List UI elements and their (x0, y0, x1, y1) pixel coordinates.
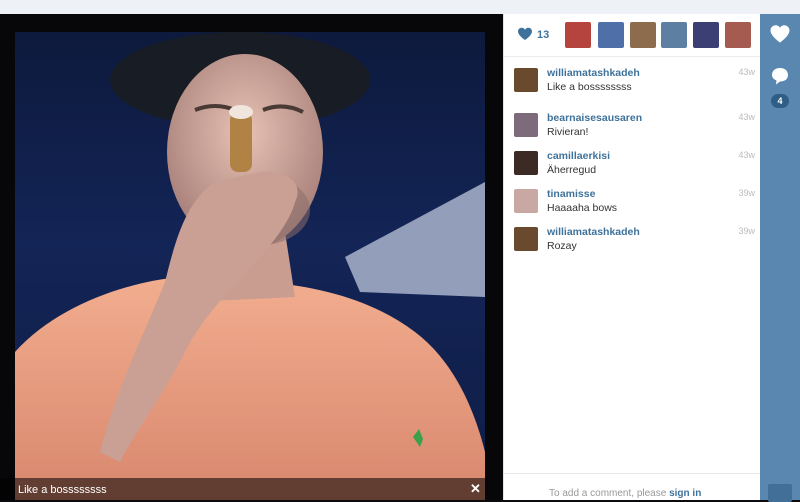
comment-time: 39w (738, 188, 755, 198)
liker-avatar[interactable] (630, 22, 656, 48)
side-panel: 13 williamatashkadeh Like a bossssssss 4… (503, 14, 761, 500)
photo[interactable] (15, 32, 485, 500)
comment-item: williamatashkadeh Like a bossssssss 43w (504, 66, 761, 102)
comment-text: Äherregud (547, 164, 597, 176)
avatar[interactable] (514, 113, 538, 137)
comment-username[interactable]: camillaerkisi (547, 150, 610, 162)
liker-avatar[interactable] (661, 22, 687, 48)
comment-text: Rivieran! (547, 126, 589, 138)
photo-viewer: Like a bossssssss ✕ (0, 14, 503, 500)
heart-icon[interactable] (517, 27, 533, 46)
like-button-heart-icon[interactable] (769, 24, 791, 49)
avatar[interactable] (514, 227, 538, 251)
likes-row: 13 (504, 14, 761, 57)
comment-item: camillaerkisi Äherregud 43w (504, 149, 761, 185)
photo-image (15, 32, 485, 500)
comment-input-area[interactable]: To add a comment, please sign in (504, 473, 761, 500)
avatar[interactable] (514, 151, 538, 175)
comment-item: bearnaisesausaren Rivieran! 43w (504, 111, 761, 147)
right-sidebar: 4 (760, 14, 800, 502)
comment-prompt-text: To add a comment, please (549, 488, 667, 499)
comment-time: 43w (738, 67, 755, 77)
liker-avatar[interactable] (598, 22, 624, 48)
liker-avatar[interactable] (725, 22, 751, 48)
comment-time: 43w (738, 112, 755, 122)
comment-count-badge: 4 (771, 94, 789, 108)
comment-username[interactable]: tinamisse (547, 188, 595, 200)
like-count: 13 (537, 29, 550, 41)
avatar[interactable] (514, 189, 538, 213)
comment-item: tinamisse Haaaaha bows 39w (504, 187, 761, 223)
comment-text: Like a bossssssss (547, 81, 632, 93)
close-icon[interactable]: ✕ (470, 481, 481, 497)
comment-item: williamatashkadeh Rozay 39w (504, 225, 761, 261)
photo-caption: Like a bossssssss (18, 484, 107, 496)
comment-username[interactable]: williamatashkadeh (547, 226, 640, 238)
comment-username[interactable]: williamatashkadeh (547, 67, 640, 79)
sign-in-link[interactable]: sign in (669, 488, 701, 499)
comment-username[interactable]: bearnaisesausaren (547, 112, 642, 124)
liker-avatar[interactable] (693, 22, 719, 48)
avatar[interactable] (514, 68, 538, 92)
comment-text: Haaaaha bows (547, 202, 618, 214)
liker-avatar[interactable] (565, 22, 591, 48)
comment-time: 43w (738, 150, 755, 160)
caption-bar: Like a bossssssss ✕ (0, 478, 485, 500)
comment-prompt: To add a comment, please sign in (549, 488, 701, 499)
comment-time: 39w (738, 226, 755, 236)
comment-text: Rozay (547, 240, 577, 252)
photo-icon[interactable] (768, 484, 792, 502)
comment-bubble-icon[interactable] (770, 66, 790, 91)
top-bar (0, 0, 800, 15)
